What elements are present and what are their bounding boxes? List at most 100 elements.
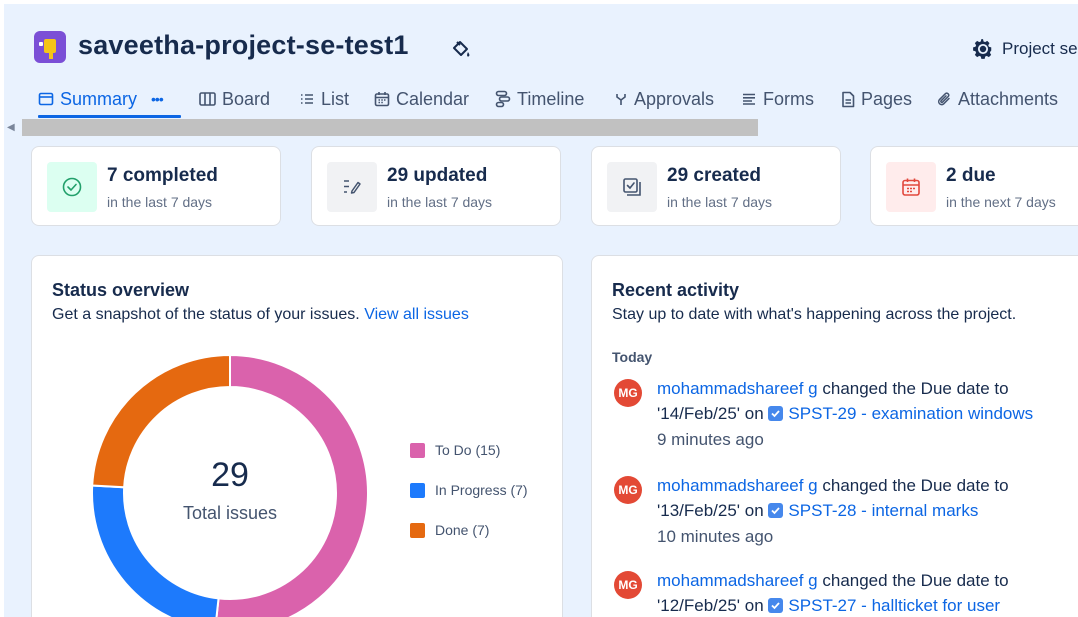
summary-icon: [38, 92, 54, 106]
task-checkbox-icon: [768, 406, 784, 421]
activity-user-link[interactable]: mohammadshareef g: [657, 476, 818, 495]
legend-item-done[interactable]: Done (7): [410, 522, 489, 538]
activity-action: changed the Due date to: [817, 571, 1009, 590]
tab-attachments-label: Attachments: [958, 88, 1059, 109]
recent-activity-title: Recent activity: [612, 280, 740, 300]
activity-line-1: mohammadshareef g changed the Due date t…: [657, 379, 1009, 399]
tab-summary[interactable]: Summary •••: [38, 84, 164, 114]
activity-user-link[interactable]: mohammadshareef g: [657, 571, 818, 590]
activity-line-2: '14/Feb/25' on SPST-29 - examination win…: [657, 404, 1033, 424]
stat-card-due[interactable]: 2 due in the next 7 days: [870, 146, 1078, 226]
calendar-icon: [374, 92, 390, 107]
stat-icon-box: [886, 162, 936, 212]
pages-icon: [842, 91, 855, 107]
legend-label: To Do (15): [435, 442, 501, 458]
activity-date: '13/Feb/25' on: [657, 501, 764, 520]
stat-subtitle: in the last 7 days: [387, 194, 493, 210]
task-checkbox-icon: [768, 598, 784, 613]
active-tab-indicator: [38, 115, 181, 118]
tab-forms-label: Forms: [763, 88, 814, 109]
tab-more-button[interactable]: •••: [151, 91, 164, 107]
tab-list-label: List: [321, 88, 350, 109]
tab-calendar-label: Calendar: [396, 88, 470, 109]
tab-forms[interactable]: Forms: [742, 84, 814, 114]
activity-day-heading: Today: [612, 349, 653, 365]
activity-line-2: '13/Feb/25' on SPST-28 - internal marks: [657, 501, 978, 521]
stat-card-updated[interactable]: 29 updated in the last 7 days: [311, 146, 561, 226]
stat-card-completed[interactable]: 7 completed in the last 7 days: [31, 146, 281, 226]
project-settings-button[interactable]: Project se: [972, 38, 1078, 60]
approvals-icon: [616, 94, 626, 105]
activity-date: '12/Feb/25' on: [657, 596, 764, 615]
tab-timeline[interactable]: Timeline: [495, 84, 584, 114]
activity-line-2: '12/Feb/25' on SPST-27 - hallticket for …: [657, 596, 1000, 616]
create-icon: [623, 178, 641, 196]
stat-icon-box: [47, 162, 97, 212]
legend-swatch: [410, 522, 425, 538]
legend-item-in-progress[interactable]: In Progress (7): [410, 482, 528, 498]
activity-line-1: mohammadshareef g changed the Due date t…: [657, 476, 1009, 496]
activity-action: changed the Due date to: [817, 379, 1009, 398]
tab-summary-label: Summary: [60, 88, 138, 109]
activity-issue-link[interactable]: SPST-27 - hallticket for user: [788, 596, 1000, 615]
recent-activity-description: Stay up to date with what's happening ac…: [612, 306, 1017, 323]
tab-calendar[interactable]: Calendar: [374, 84, 469, 114]
tab-approvals-label: Approvals: [634, 88, 715, 109]
horizontal-scrollbar[interactable]: ◀: [4, 119, 1078, 137]
donut-total-value: 29: [211, 456, 249, 494]
recent-activity-panel: Recent activity Stay up to date with wha…: [591, 255, 1078, 617]
tab-list[interactable]: List: [300, 84, 349, 114]
activity-issue-link[interactable]: SPST-29 - examination windows: [788, 404, 1033, 423]
tab-approvals[interactable]: Approvals: [614, 84, 714, 114]
stat-subtitle: in the last 7 days: [107, 194, 213, 210]
legend-swatch: [410, 442, 425, 458]
avatar[interactable]: MG: [614, 379, 642, 407]
calendar-icon: [902, 178, 920, 196]
activity-time: 9 minutes ago: [657, 430, 764, 449]
check-circle-icon: [62, 177, 82, 197]
status-donut-chart: 29 Total issues: [91, 353, 369, 617]
project-tabs: Summary ••• Board List Calendar Timeline…: [38, 84, 1078, 118]
edit-icon: [344, 180, 361, 194]
legend-item-todo[interactable]: To Do (15): [410, 442, 500, 458]
status-overview-desc-text: Get a snapshot of the status of your iss…: [52, 306, 360, 323]
forms-icon: [743, 93, 755, 105]
activity-date: '14/Feb/25' on: [657, 404, 764, 423]
timeline-icon: [495, 90, 511, 108]
activity-line-1: mohammadshareef g changed the Due date t…: [657, 571, 1009, 591]
legend-label: In Progress (7): [435, 482, 528, 498]
scrollbar-thumb[interactable]: [22, 119, 758, 136]
stat-icon-box: [327, 162, 377, 212]
settings-label: Project se: [1002, 39, 1078, 58]
activity-issue-link[interactable]: SPST-28 - internal marks: [788, 501, 978, 520]
gear-icon: [973, 39, 992, 59]
activity-user-link[interactable]: mohammadshareef g: [657, 379, 818, 398]
attachment-icon: [937, 91, 950, 105]
activity-time: 10 minutes ago: [657, 527, 774, 546]
paint-bucket-icon[interactable]: [450, 38, 472, 60]
status-overview-panel: Status overview Get a snapshot of the st…: [31, 255, 563, 617]
legend-label: Done (7): [435, 522, 490, 538]
view-all-issues-link[interactable]: View all issues: [364, 306, 469, 323]
tab-board-label: Board: [222, 88, 271, 109]
stat-value: 29 updated: [387, 165, 488, 186]
status-overview-description: Get a snapshot of the status of your iss…: [52, 306, 469, 324]
tab-pages[interactable]: Pages: [841, 84, 912, 114]
stat-value: 7 completed: [107, 165, 218, 186]
project-title: saveetha-project-se-test1: [78, 30, 409, 60]
scroll-left-arrow-icon[interactable]: ◀: [7, 122, 15, 133]
tab-pages-label: Pages: [861, 88, 913, 109]
stat-card-created[interactable]: 29 created in the last 7 days: [591, 146, 841, 226]
tab-attachments[interactable]: Attachments: [937, 84, 1058, 114]
board-icon: [199, 92, 216, 106]
task-checkbox-icon: [768, 503, 784, 518]
donut-total-label: Total issues: [183, 503, 277, 523]
stat-value: 2 due: [946, 165, 996, 186]
project-summary-page: saveetha-project-se-test1 Project se Sum…: [4, 4, 1078, 617]
status-overview-title: Status overview: [52, 280, 190, 300]
tab-board[interactable]: Board: [199, 84, 270, 114]
project-avatar-icon[interactable]: [34, 31, 66, 63]
avatar[interactable]: MG: [614, 571, 642, 599]
avatar[interactable]: MG: [614, 476, 642, 504]
donut-segment-done[interactable]: [91, 353, 231, 489]
